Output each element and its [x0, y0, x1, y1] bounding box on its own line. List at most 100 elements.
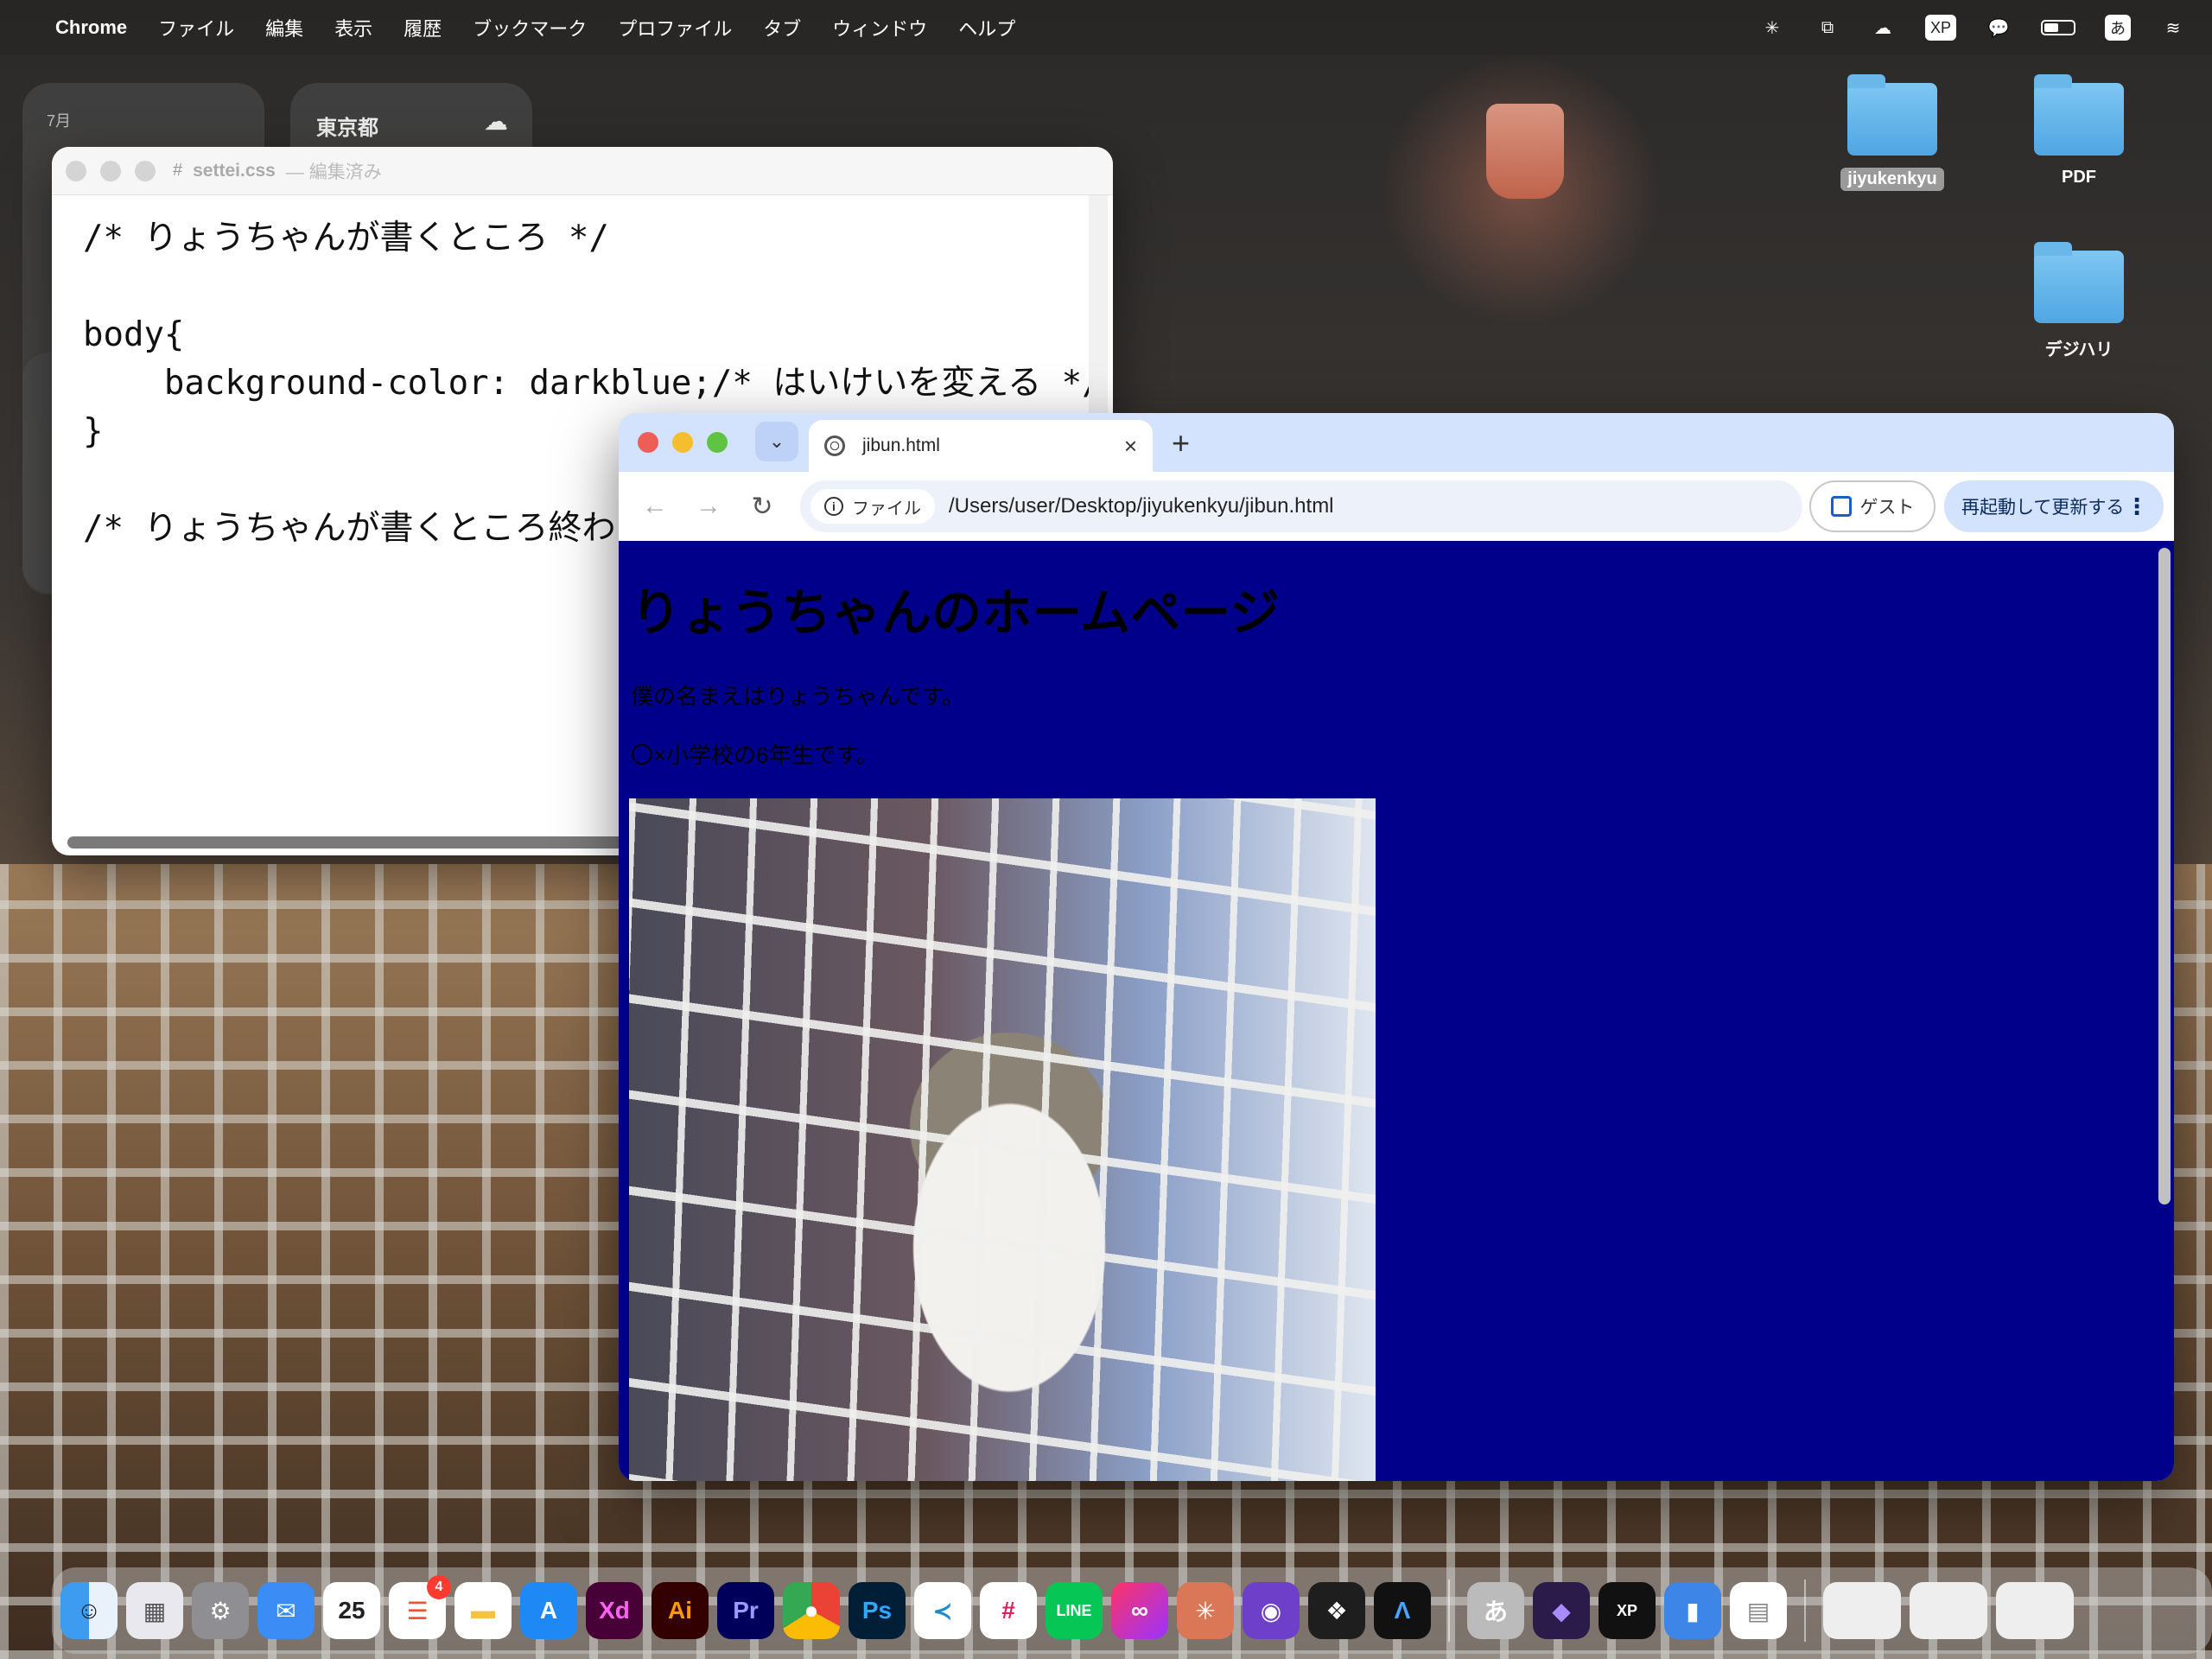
tab-title: jibun.html: [862, 435, 940, 455]
line-icon[interactable]: LINE: [1046, 1582, 1103, 1639]
editor-edited-status: — 編集済み: [285, 162, 382, 182]
input-method-app-icon[interactable]: あ: [1467, 1582, 1524, 1639]
chrome-window-controls: [638, 432, 728, 453]
tab-search-chevron-icon[interactable]: ⌄: [755, 422, 798, 461]
more-menu-icon[interactable]: ⋮: [2126, 493, 2148, 520]
adobe-illustrator-icon[interactable]: Ai: [652, 1582, 709, 1639]
relaunch-update-button[interactable]: 再起動して更新する ⋮: [1944, 480, 2164, 532]
desktop-folder-pdf[interactable]: PDF: [2001, 74, 2157, 188]
chrome-minimize-button[interactable]: [672, 432, 693, 453]
editor-filename: settei.css: [193, 160, 276, 181]
menu-help[interactable]: ヘルプ: [958, 14, 1015, 41]
editor-window-controls: [66, 160, 156, 181]
adobe-premiere-icon[interactable]: Pr: [717, 1582, 774, 1639]
menu-file[interactable]: ファイル: [158, 14, 234, 41]
xp-pen-status-icon[interactable]: XP: [1924, 15, 1956, 41]
menu-window[interactable]: ウィンドウ: [832, 14, 927, 41]
battery-icon[interactable]: [2041, 20, 2075, 35]
folder-icon: [1847, 74, 1937, 156]
new-tab-plus-icon[interactable]: +: [1172, 425, 1190, 461]
reminders-icon[interactable]: ☰ 4: [389, 1575, 451, 1639]
wifi-icon[interactable]: ≋: [2160, 15, 2186, 41]
figma-status-icon[interactable]: ⧉: [1815, 15, 1840, 41]
address-bar[interactable]: i ファイル /Users/user/Desktop/jiyukenkyu/ji…: [800, 480, 1802, 532]
chrome-icon[interactable]: ●: [783, 1582, 840, 1639]
page-paragraph-name: 僕の名まえはりょうちゃんです。: [631, 683, 965, 709]
slack-icon[interactable]: #: [980, 1582, 1037, 1639]
notes-icon[interactable]: ▬: [454, 1582, 512, 1639]
editor-close-button[interactable]: [66, 160, 86, 181]
desktop-background-lamp: [1486, 104, 1564, 199]
cage-bars: [629, 798, 1376, 1481]
menu-edit[interactable]: 編集: [265, 14, 303, 41]
menu-bookmarks[interactable]: ブックマーク: [473, 14, 587, 41]
status-area: ✳ ⧉ ☁ XP 💬 あ ≋: [1759, 15, 2186, 41]
xp-pen-icon[interactable]: XP: [1599, 1582, 1656, 1639]
line-status-icon[interactable]: 💬: [1986, 15, 2012, 41]
desktop-folder-jiyukenkyu[interactable]: jiyukenkyu: [1815, 74, 1970, 191]
dock-separator: [1804, 1580, 1806, 1642]
obsidian-icon[interactable]: ◆: [1533, 1582, 1590, 1639]
menu-tab[interactable]: タブ: [763, 14, 801, 41]
weather-widget-city: 東京都: [316, 117, 378, 140]
minimized-window-thumbnail[interactable]: [1823, 1582, 1901, 1639]
github-desktop-icon[interactable]: ◉: [1243, 1582, 1300, 1639]
menu-app-name[interactable]: Chrome: [55, 16, 127, 39]
editor-horizontal-scrollbar[interactable]: [67, 836, 655, 849]
minimized-window-thumbnail[interactable]: [1910, 1582, 1987, 1639]
vscode-icon[interactable]: ≺: [914, 1582, 971, 1639]
web-page-viewport[interactable]: りょうちゃんのホームページ 僕の名まえはりょうちゃんです。 〇×小学校の6年生で…: [619, 541, 2174, 1481]
mail-icon[interactable]: ✉: [257, 1582, 315, 1639]
chrome-close-button[interactable]: [638, 432, 658, 453]
tab-jibun[interactable]: jibun.html ×: [809, 420, 1153, 472]
jar-app-icon[interactable]: ▮: [1664, 1582, 1721, 1639]
desktop-folder-label: PDF: [2062, 168, 2096, 187]
site-info-chip[interactable]: i ファイル: [810, 489, 935, 524]
finder-icon[interactable]: ☺: [60, 1582, 118, 1639]
calendar-day: 25: [338, 1597, 365, 1624]
reload-icon[interactable]: ↻: [745, 492, 779, 522]
calendar-app-icon[interactable]: 25: [323, 1582, 380, 1639]
input-method-icon[interactable]: あ: [2105, 15, 2131, 41]
menu-history[interactable]: 履歴: [404, 14, 442, 41]
folder-icon: [2034, 74, 2124, 156]
launchpad-icon[interactable]: ▦: [126, 1582, 183, 1639]
desktop-folder-label: デジハリ: [2044, 340, 2113, 359]
dock-separator: [1448, 1580, 1450, 1642]
css-document-icon: #: [173, 161, 183, 180]
creative-cloud-status-icon[interactable]: ☁: [1870, 15, 1896, 41]
dock: ☺ ▦ ⚙ ✉ 25 ☰ 4 ▬ A Xd Ai Pr ● Ps ≺ # LIN…: [52, 1567, 2212, 1654]
app-store-icon[interactable]: A: [520, 1582, 577, 1639]
calendar-widget-month: 7月: [47, 112, 72, 130]
forward-arrow-icon[interactable]: →: [691, 492, 726, 521]
editor-zoom-button[interactable]: [135, 160, 156, 181]
reminders-badge: 4: [427, 1575, 451, 1599]
cat-in-cage-photo: [629, 798, 1376, 1481]
address-bar-url[interactable]: /Users/user/Desktop/jiyukenkyu/jibun.htm…: [949, 494, 1334, 518]
menu-profiles[interactable]: プロファイル: [618, 14, 732, 41]
site-info-label: ファイル: [852, 499, 921, 518]
chrome-window[interactable]: ⌄ jibun.html × + ← → ↻ i ファイル /Users/use…: [619, 413, 2174, 1481]
adobe-xd-icon[interactable]: Xd: [586, 1582, 643, 1639]
figma-icon[interactable]: ❖: [1308, 1582, 1365, 1639]
creative-cloud-icon[interactable]: ∞: [1111, 1582, 1168, 1639]
editor-titlebar[interactable]: # settei.css — 編集済み: [52, 147, 1113, 195]
affinity-icon[interactable]: Λ: [1374, 1582, 1431, 1639]
claude-icon[interactable]: ✳: [1177, 1582, 1234, 1639]
tab-close-icon[interactable]: ×: [1124, 433, 1137, 460]
desktop-folder-dejihari[interactable]: デジハリ: [2001, 242, 2157, 360]
page-paragraph-school: 〇×小学校の6年生です。: [631, 742, 880, 768]
claude-status-icon[interactable]: ✳: [1759, 15, 1785, 41]
table-app-icon[interactable]: ▤: [1730, 1582, 1787, 1639]
page-scrollbar[interactable]: [2158, 548, 2171, 1205]
globe-icon: [824, 435, 845, 456]
adobe-photoshop-icon[interactable]: Ps: [849, 1582, 906, 1639]
guest-profile-button[interactable]: ゲスト: [1809, 480, 1936, 532]
editor-minimize-button[interactable]: [100, 160, 121, 181]
info-icon: i: [824, 497, 843, 516]
minimized-window-thumbnail[interactable]: [1996, 1582, 2074, 1639]
back-arrow-icon[interactable]: ←: [638, 492, 672, 521]
chrome-zoom-button[interactable]: [707, 432, 728, 453]
menu-view[interactable]: 表示: [334, 14, 372, 41]
system-settings-icon[interactable]: ⚙: [192, 1582, 249, 1639]
